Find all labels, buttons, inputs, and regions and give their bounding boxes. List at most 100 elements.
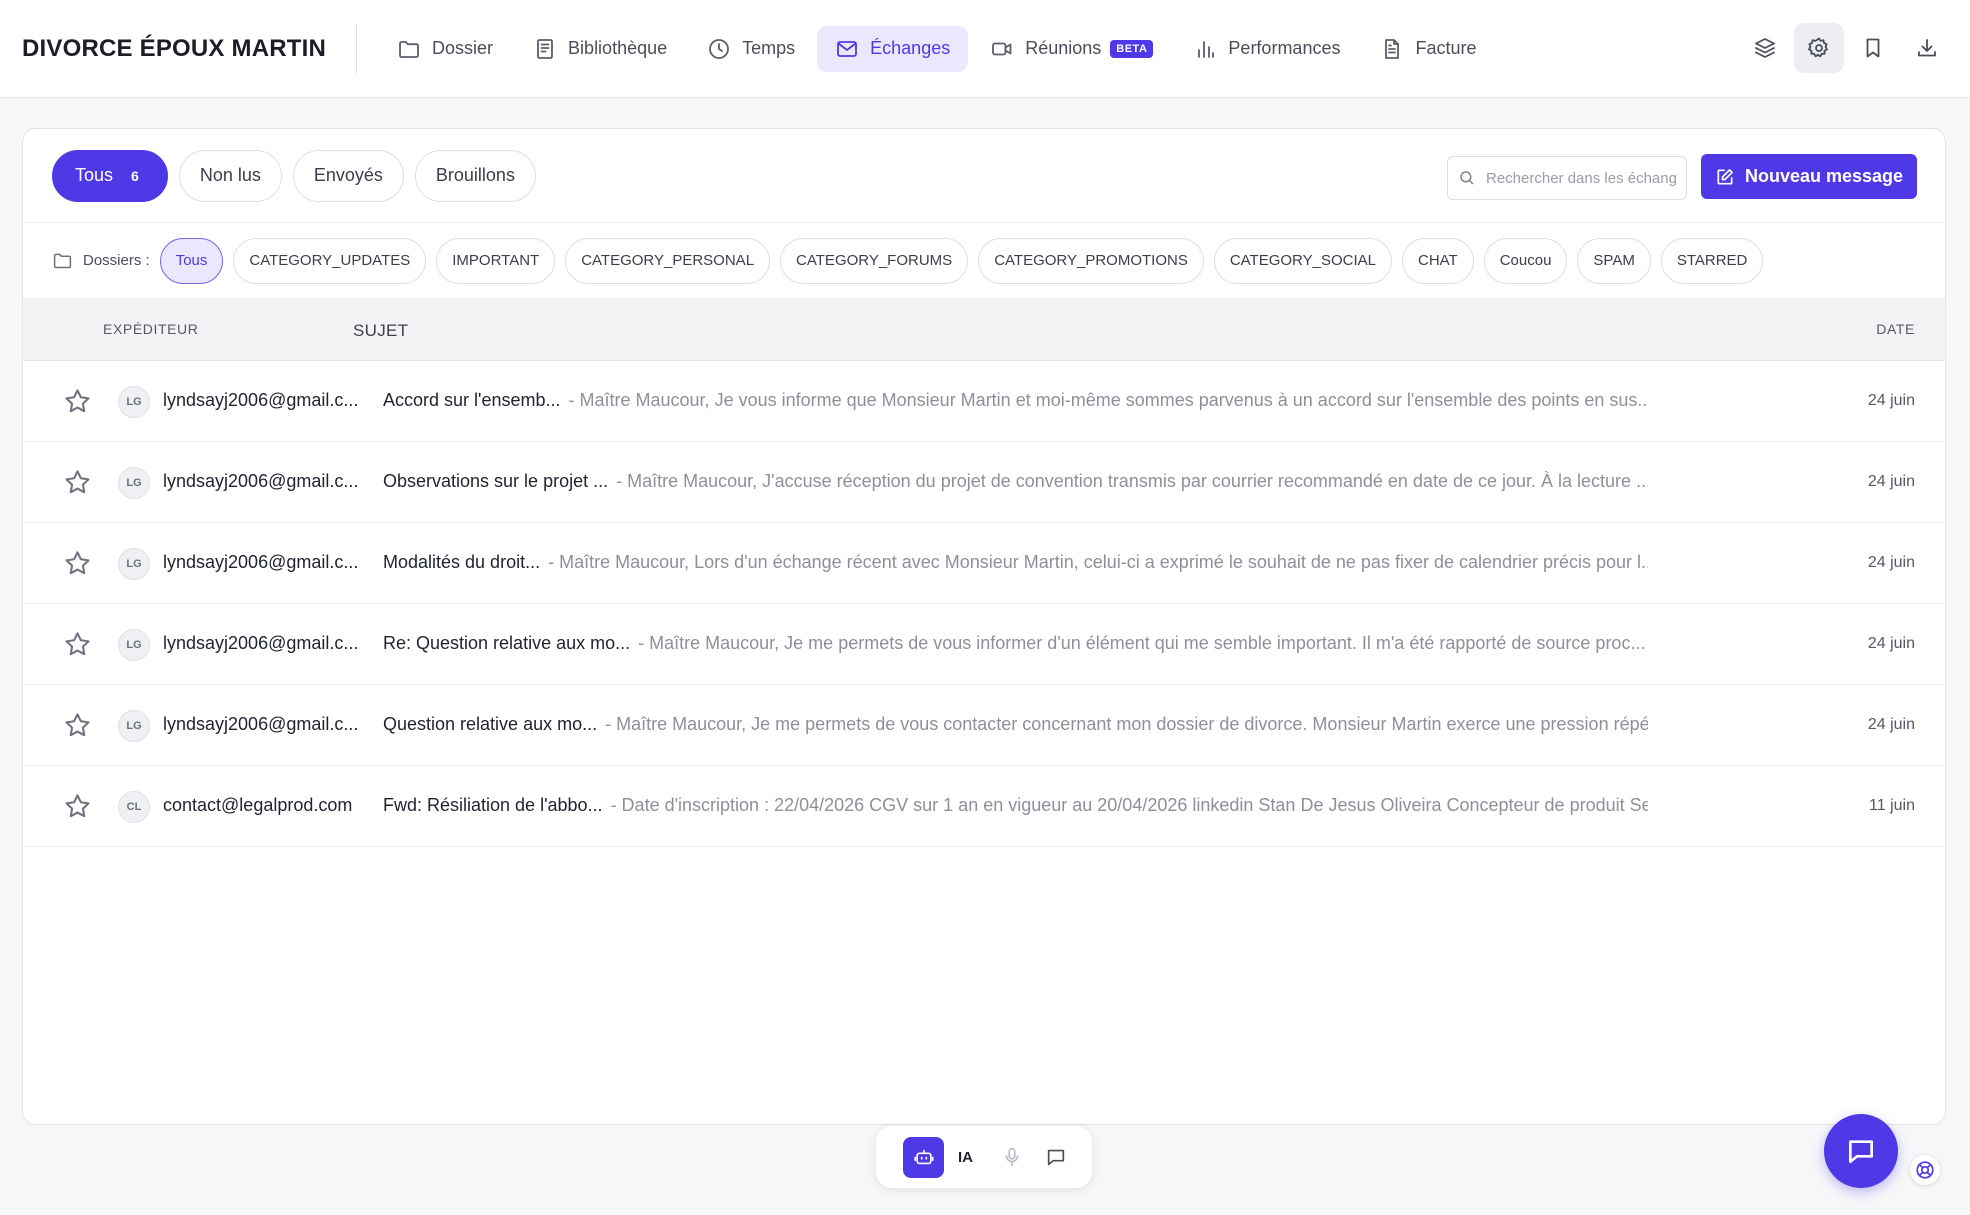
subject: Re: Question relative aux mo... — [383, 633, 631, 653]
folder-chip-starred[interactable]: STARRED — [1660, 237, 1764, 284]
message-summary: Accord sur l'ensemb... - Maître Maucour, … — [383, 390, 1648, 411]
new-message-button[interactable]: Nouveau message — [1701, 154, 1917, 199]
nav-label: Facture — [1415, 38, 1477, 58]
nav-label: Performances — [1228, 38, 1341, 58]
folder-chip-category-promotions[interactable]: CATEGORY_PROMOTIONS — [978, 237, 1204, 284]
tab-tous[interactable]: Tous 6 — [52, 149, 168, 202]
help-button[interactable] — [1910, 1155, 1940, 1185]
title-divider — [356, 23, 358, 74]
column-date: DATE — [1876, 321, 1915, 337]
column-subject: SUJET — [353, 321, 409, 340]
edit-icon — [1715, 167, 1735, 187]
settings-button[interactable] — [1794, 23, 1844, 73]
message-row[interactable]: LG lyndsayj2006@gmail.c... Question rela… — [23, 685, 1945, 766]
message-summary: Modalités du droit... - Maître Maucour, L… — [383, 552, 1648, 573]
folder-chip-chat[interactable]: CHAT — [1401, 237, 1474, 284]
folder-label-text: Dossiers : — [83, 252, 150, 269]
nav-item-performances[interactable]: Performances — [1175, 26, 1358, 72]
folder-chip-important[interactable]: IMPORTANT — [436, 237, 556, 284]
tab-count: 6 — [131, 167, 139, 184]
tab-envoyes[interactable]: Envoyés — [292, 149, 404, 202]
preview: - Maître Maucour, Je me permets de vous … — [605, 714, 1648, 734]
subject: Accord sur l'ensemb... — [383, 390, 561, 410]
chat-button[interactable] — [1824, 1114, 1898, 1188]
folder-chip-category-personal[interactable]: CATEGORY_PERSONAL — [565, 237, 771, 284]
video-icon — [990, 37, 1014, 61]
message-summary: Re: Question relative aux mo... - Maître … — [383, 633, 1648, 654]
sender: lyndsayj2006@gmail.c... — [163, 552, 359, 572]
nav-item-temps[interactable]: Temps — [689, 26, 813, 72]
avatar: LG — [118, 629, 150, 661]
message-row[interactable]: CL contact@legalprod.com Fwd: Résiliatio… — [23, 766, 1945, 847]
download-icon — [1915, 36, 1939, 60]
folder-label: Dossiers : — [52, 250, 150, 271]
robot-icon — [913, 1146, 935, 1168]
lifebuoy-icon — [1914, 1159, 1936, 1181]
folder-chip-category-updates[interactable]: CATEGORY_UPDATES — [233, 237, 427, 284]
star-icon[interactable] — [63, 630, 92, 659]
message-square-icon — [1845, 1135, 1877, 1167]
layers-icon — [1753, 36, 1777, 60]
preview: - Maître Maucour, J'accuse réception du … — [616, 471, 1648, 491]
folder-bar: Dossiers : Tous CATEGORY_UPDATES IMPORTA… — [23, 223, 1945, 299]
tab-brouillons[interactable]: Brouillons — [414, 149, 536, 202]
message-row[interactable]: LG lyndsayj2006@gmail.c... Modalités du … — [23, 523, 1945, 604]
nav-label: Bibliothèque — [568, 38, 668, 58]
message-row[interactable]: LG lyndsayj2006@gmail.c... Re: Question … — [23, 604, 1945, 685]
folder-chip-category-social[interactable]: CATEGORY_SOCIAL — [1213, 237, 1392, 284]
nav-label: Réunions — [1025, 38, 1102, 58]
new-message-label: Nouveau message — [1744, 166, 1904, 186]
message-list: LG lyndsayj2006@gmail.c... Accord sur l'… — [23, 361, 1945, 847]
main-nav: Dossier Bibliothèque Temps Échanges Réun… — [379, 0, 1498, 97]
tab-non-lus[interactable]: Non lus — [178, 149, 282, 202]
chat-bubble-icon[interactable] — [1045, 1146, 1067, 1168]
date: 24 juin — [1867, 473, 1915, 490]
column-sender: EXPÉDITEUR — [103, 321, 199, 337]
layers-button[interactable] — [1740, 23, 1790, 73]
sender: lyndsayj2006@gmail.c... — [163, 471, 359, 491]
nav-item-dossier[interactable]: Dossier — [379, 26, 511, 72]
avatar: LG — [118, 467, 150, 499]
message-summary: Question relative aux mo... - Maître Mauc… — [383, 714, 1648, 735]
tab-label: Tous — [75, 165, 114, 185]
date: 11 juin — [1869, 797, 1915, 814]
nav-item-facture[interactable]: Facture — [1362, 26, 1494, 72]
nav-item-bibliotheque[interactable]: Bibliothèque — [515, 26, 685, 72]
folder-chip-coucou[interactable]: Coucou — [1483, 237, 1568, 284]
star-icon[interactable] — [63, 792, 92, 821]
message-row[interactable]: LG lyndsayj2006@gmail.c... Accord sur l'… — [23, 361, 1945, 442]
subject: Modalités du droit... — [383, 552, 541, 572]
star-icon[interactable] — [63, 711, 92, 740]
avatar: LG — [118, 548, 150, 580]
star-icon[interactable] — [63, 387, 92, 416]
tab-label: Non lus — [199, 165, 261, 185]
sender: lyndsayj2006@gmail.c... — [163, 390, 359, 410]
bar-chart-icon — [1193, 37, 1217, 61]
top-actions — [1740, 23, 1952, 73]
star-icon[interactable] — [63, 468, 92, 497]
folder-chip-spam[interactable]: SPAM — [1577, 237, 1651, 284]
sender: lyndsayj2006@gmail.c... — [163, 633, 359, 653]
search-input[interactable] — [1486, 169, 1676, 187]
tab-label: Brouillons — [435, 165, 515, 185]
message-row[interactable]: LG lyndsayj2006@gmail.c... Observations … — [23, 442, 1945, 523]
preview: - Maître Maucour, Lors d'un échange réce… — [548, 552, 1648, 572]
ai-button[interactable] — [903, 1136, 944, 1178]
invoice-icon — [1380, 37, 1404, 61]
microphone-icon[interactable] — [1001, 1146, 1023, 1168]
bookmark-button[interactable] — [1848, 23, 1898, 73]
date: 24 juin — [1867, 635, 1915, 652]
folder-chip-category-forums[interactable]: CATEGORY_FORUMS — [780, 237, 969, 284]
nav-item-echanges[interactable]: Échanges — [817, 25, 969, 72]
top-bar: DIVORCE ÉPOUX MARTIN Dossier Bibliothèqu… — [0, 0, 1970, 98]
nav-item-reunions[interactable]: Réunions BETA — [972, 26, 1171, 72]
download-button[interactable] — [1902, 23, 1952, 73]
star-icon[interactable] — [63, 549, 92, 578]
date: 24 juin — [1867, 554, 1915, 571]
clock-icon — [707, 37, 731, 61]
avatar: CL — [118, 791, 150, 823]
book-icon — [533, 37, 557, 61]
folder-chip-tous[interactable]: Tous — [159, 237, 224, 284]
assistant-bar: IA — [876, 1126, 1092, 1188]
nav-label: Temps — [742, 38, 796, 58]
